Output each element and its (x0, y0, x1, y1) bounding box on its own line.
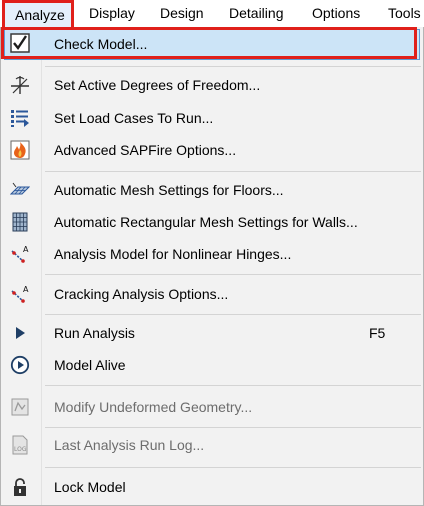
menu-item-label: Model Alive (54, 357, 126, 373)
menu-analyze[interactable]: Analyze (2, 0, 74, 27)
menu-item-set-load-cases-to-run[interactable]: Set Load Cases To Run... (1, 102, 423, 134)
menu-item-automatic-mesh-settings-floors[interactable]: Automatic Mesh Settings for Floors... (1, 174, 423, 206)
undeformed-geometry-icon (11, 398, 29, 416)
menu-item-last-analysis-run-log[interactable]: LOG Last Analysis Run Log... (1, 429, 423, 461)
menu-separator (45, 314, 421, 315)
menu-tools[interactable]: Tools (388, 0, 421, 27)
menu-item-model-alive[interactable]: Model Alive (1, 349, 423, 381)
menu-item-modify-undeformed-geometry[interactable]: Modify Undeformed Geometry... (1, 391, 423, 423)
nonlinear-hinges-icon: A (11, 245, 29, 264)
menu-item-label: Advanced SAPFire Options... (54, 142, 237, 158)
menu-item-label: Automatic Rectangular Mesh Settings for … (54, 214, 358, 230)
menu-item-cracking-analysis-options[interactable]: A Cracking Analysis Options... (1, 278, 423, 310)
menu-item-label: Modify Undeformed Geometry... (54, 399, 253, 415)
model-alive-icon (10, 355, 30, 375)
svg-text:A: A (23, 285, 29, 294)
menu-item-label: Set Active Degrees of Freedom... (54, 77, 261, 93)
menu-item-label: Automatic Mesh Settings for Floors... (54, 182, 284, 198)
menu-options[interactable]: Options (312, 0, 360, 27)
menu-item-label: Set Load Cases To Run... (54, 110, 214, 126)
menu-item-label: Lock Model (54, 479, 126, 495)
menu-item-label: Check Model... (54, 36, 148, 52)
menu-item-automatic-rectangular-mesh-walls[interactable]: Automatic Rectangular Mesh Settings for … (1, 206, 423, 238)
menu-item-advanced-sapfire-options[interactable]: Advanced SAPFire Options... (1, 134, 423, 166)
lock-icon (14, 478, 26, 496)
menu-item-label: Analysis Model for Nonlinear Hinges... (54, 246, 292, 262)
menu-separator (45, 274, 421, 275)
menu-item-label: Cracking Analysis Options... (54, 286, 229, 302)
menu-separator (45, 66, 421, 67)
wall-mesh-icon (12, 212, 28, 232)
menu-item-lock-model[interactable]: Lock Model (1, 471, 423, 503)
analyze-dropdown-menu: Check Model... Set Active Degrees of Fre… (0, 27, 424, 506)
load-cases-icon (11, 110, 29, 127)
menu-detailing[interactable]: Detailing (229, 0, 283, 27)
menu-design[interactable]: Design (160, 0, 204, 27)
menu-separator (45, 171, 421, 172)
menu-separator (45, 385, 421, 386)
menu-item-run-analysis[interactable]: Run Analysis F5 (1, 317, 423, 349)
menu-display[interactable]: Display (89, 0, 135, 27)
degrees-of-freedom-icon (11, 76, 29, 94)
floor-mesh-icon (10, 182, 30, 195)
svg-text:A: A (23, 245, 29, 254)
menu-item-label: Last Analysis Run Log... (54, 437, 205, 453)
svg-text:LOG: LOG (14, 446, 27, 453)
menu-separator (45, 427, 421, 428)
menu-bar: Analyze Display Design Detailing Options… (0, 0, 424, 28)
menu-item-label: Run Analysis (54, 325, 135, 341)
check-model-icon (10, 33, 30, 53)
menu-item-check-model[interactable]: Check Model... (1, 27, 423, 60)
sapfire-icon (10, 140, 30, 160)
run-analysis-icon (16, 327, 25, 339)
menu-item-shortcut: F5 (369, 325, 386, 341)
menu-separator (45, 467, 421, 468)
menu-item-analysis-model-nonlinear-hinges[interactable]: A Analysis Model for Nonlinear Hinges... (1, 238, 423, 270)
cracking-analysis-icon: A (11, 285, 29, 304)
menu-item-set-active-degrees-of-freedom[interactable]: Set Active Degrees of Freedom... (1, 69, 423, 101)
analysis-log-icon: LOG (12, 435, 28, 455)
